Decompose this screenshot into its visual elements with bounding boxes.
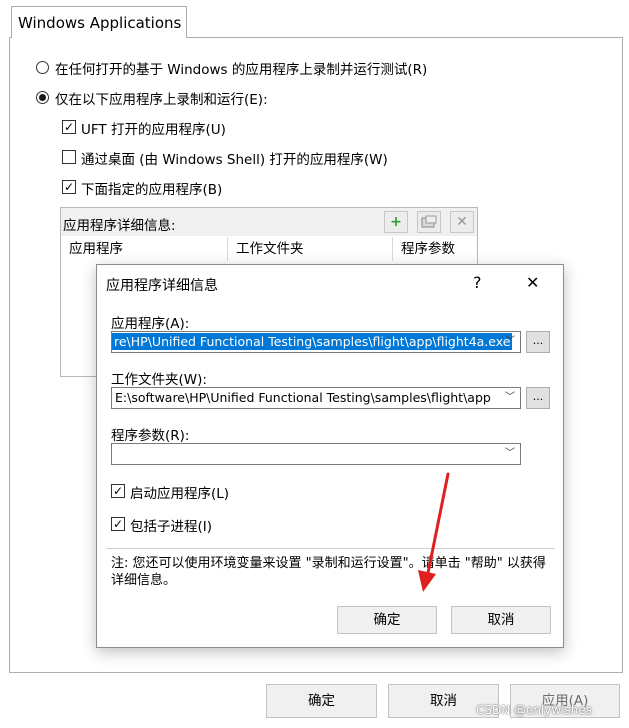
close-icon[interactable]: ✕ xyxy=(526,273,539,292)
checkbox-desktop-opened[interactable] xyxy=(62,150,76,164)
app-path-combobox[interactable]: re\HP\Unified Functional Testing\samples… xyxy=(111,331,521,353)
radio-only-these[interactable] xyxy=(36,91,49,104)
column-header-args[interactable]: 程序参数 xyxy=(393,237,477,261)
chevron-down-icon[interactable]: ﹀ xyxy=(502,444,518,464)
workdir-field-label: 工作文件夹(W): xyxy=(111,372,207,388)
tab-windows-applications[interactable]: Windows Applications xyxy=(11,6,187,38)
checkbox-uft-opened[interactable]: ✓ xyxy=(62,120,76,134)
radio-any-app-label: 在任何打开的基于 Windows 的应用程序上录制并运行测试(R) xyxy=(55,62,428,78)
args-combobox[interactable]: ﹀ xyxy=(111,443,521,465)
footer-ok-button[interactable]: 确定 xyxy=(266,684,377,718)
annotation-arrow xyxy=(418,472,450,592)
checkbox-launch-app[interactable]: ✓ xyxy=(111,484,125,498)
checkbox-include-child-label: 包括子进程(I) xyxy=(130,519,213,535)
details-group-title: 应用程序详细信息: xyxy=(63,218,176,234)
workdir-value: E:\software\HP\Unified Functional Testin… xyxy=(115,390,491,405)
app-field-label: 应用程序(A): xyxy=(111,316,190,332)
radio-any-app[interactable] xyxy=(36,61,49,74)
help-icon[interactable]: ? xyxy=(473,273,482,292)
add-icon[interactable]: + xyxy=(384,211,408,233)
delete-icon[interactable]: ✕ xyxy=(450,211,474,233)
column-header-app[interactable]: 应用程序 xyxy=(61,237,228,261)
checkbox-specified-label: 下面指定的应用程序(B) xyxy=(81,182,223,198)
column-header-workdir[interactable]: 工作文件夹 xyxy=(228,237,393,261)
browse-workdir-button[interactable]: ... xyxy=(526,387,550,409)
chevron-down-icon[interactable]: ﹀ xyxy=(502,332,518,352)
app-details-dialog: 应用程序详细信息 ? ✕ 应用程序(A): re\HP\Unified Func… xyxy=(96,264,564,648)
watermark: CSDN @onlywishes xyxy=(476,703,593,717)
checkbox-uft-opened-label: UFT 打开的应用程序(U) xyxy=(81,122,226,138)
edit-icon[interactable] xyxy=(417,211,441,233)
checkbox-launch-app-label: 启动应用程序(L) xyxy=(130,486,230,502)
dialog-note: 注: 您还可以使用环境变量来设置 "录制和运行设置"。请单击 "帮助" 以获得详… xyxy=(111,556,546,588)
checkbox-desktop-opened-label: 通过桌面 (由 Windows Shell) 打开的应用程序(W) xyxy=(81,152,388,168)
browse-app-button[interactable]: ... xyxy=(526,331,550,353)
checkbox-specified[interactable]: ✓ xyxy=(62,180,76,194)
dialog-ok-button[interactable]: 确定 xyxy=(337,606,437,634)
app-path-value: re\HP\Unified Functional Testing\samples… xyxy=(112,333,513,350)
chevron-down-icon[interactable]: ﹀ xyxy=(502,388,518,408)
workdir-combobox[interactable]: E:\software\HP\Unified Functional Testin… xyxy=(111,387,521,409)
dialog-title: 应用程序详细信息 xyxy=(106,278,218,294)
args-field-label: 程序参数(R): xyxy=(111,428,190,444)
args-value xyxy=(112,446,115,461)
dialog-divider xyxy=(106,548,555,549)
radio-only-these-label: 仅在以下应用程序上录制和运行(E): xyxy=(55,92,268,108)
dialog-cancel-button[interactable]: 取消 xyxy=(451,606,551,634)
checkbox-include-child[interactable]: ✓ xyxy=(111,517,125,531)
